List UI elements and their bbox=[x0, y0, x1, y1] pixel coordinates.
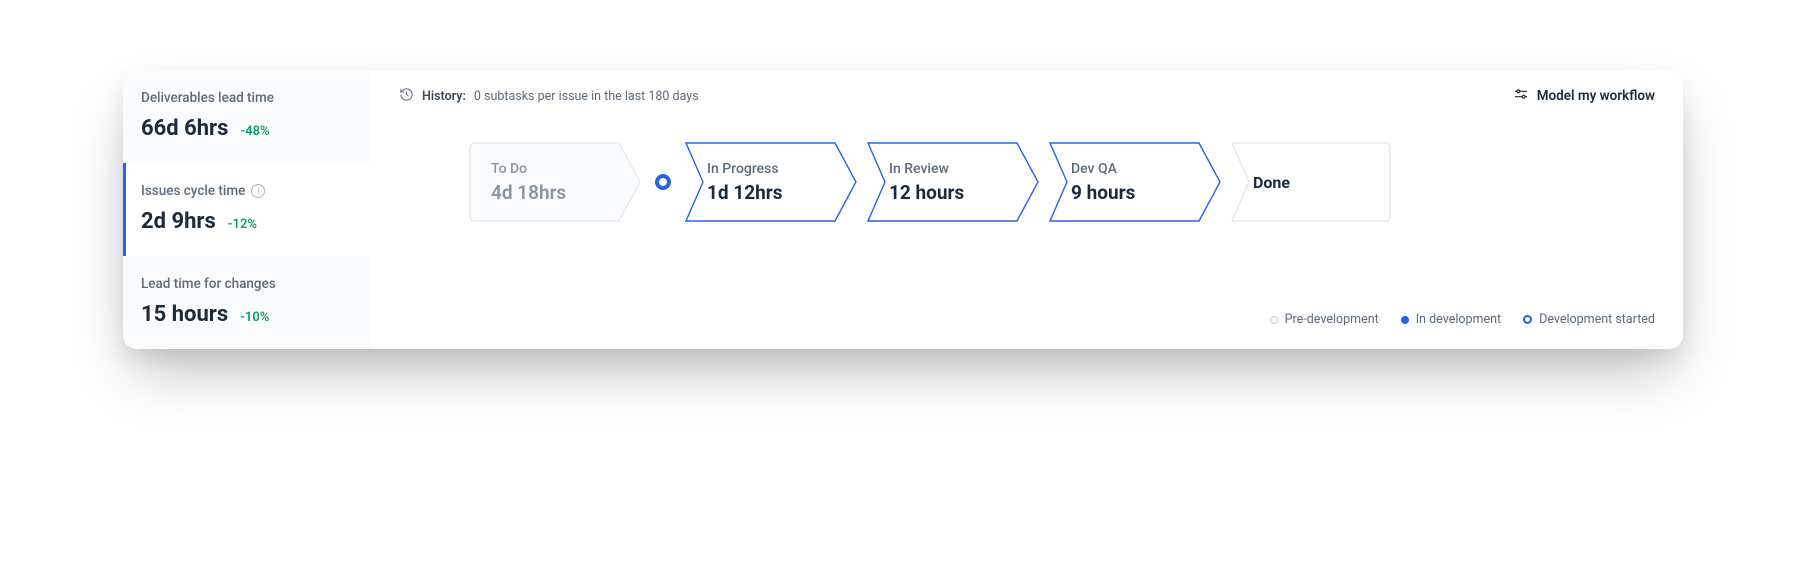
legend-label: In development bbox=[1416, 312, 1501, 327]
legend-pre-development: Pre-development bbox=[1270, 312, 1379, 327]
metric-value: 66d 6hrs bbox=[141, 116, 228, 141]
metric-lead-time-for-changes[interactable]: Lead time for changes 15 hours -10% bbox=[123, 256, 371, 349]
metric-title: Deliverables lead time bbox=[141, 90, 274, 106]
main-area: History: 0 subtasks per issue in the las… bbox=[371, 70, 1683, 349]
stage-value: 1d 12hrs bbox=[707, 181, 857, 204]
sliders-icon bbox=[1513, 86, 1529, 106]
stage-to-do[interactable]: To Do 4d 18hrs bbox=[469, 142, 641, 222]
metric-title: Issues cycle time bbox=[141, 183, 245, 199]
stage-title: In Progress bbox=[707, 161, 857, 177]
workflow-stages: To Do 4d 18hrs In Progress 1d 12hrs bbox=[469, 142, 1655, 222]
metric-title: Lead time for changes bbox=[141, 276, 276, 292]
stage-done[interactable]: Done bbox=[1231, 142, 1391, 222]
legend: Pre-development In development Developme… bbox=[399, 282, 1655, 327]
stage-dev-qa[interactable]: Dev QA 9 hours bbox=[1049, 142, 1221, 222]
metric-deliverables-lead-time[interactable]: Deliverables lead time 66d 6hrs -48% bbox=[123, 70, 371, 163]
dot-icon bbox=[1270, 316, 1278, 324]
metric-value: 15 hours bbox=[141, 302, 228, 327]
model-workflow-button[interactable]: Model my workflow bbox=[1513, 86, 1655, 106]
stage-title: In Review bbox=[889, 161, 1039, 177]
legend-label: Development started bbox=[1539, 312, 1655, 327]
topbar: History: 0 subtasks per issue in the las… bbox=[399, 86, 1655, 106]
stage-title: To Do bbox=[491, 161, 641, 177]
metric-delta: -48% bbox=[240, 124, 269, 139]
legend-development-started: Development started bbox=[1523, 312, 1655, 327]
stage-in-progress[interactable]: In Progress 1d 12hrs bbox=[685, 142, 857, 222]
workflow-panel: Deliverables lead time 66d 6hrs -48% Iss… bbox=[123, 70, 1683, 349]
stage-title: Done bbox=[1253, 173, 1290, 192]
metric-value: 2d 9hrs bbox=[141, 209, 216, 234]
info-icon[interactable]: i bbox=[251, 184, 265, 198]
history-text: 0 subtasks per issue in the last 180 day… bbox=[474, 89, 699, 104]
history-note: History: 0 subtasks per issue in the las… bbox=[399, 87, 699, 106]
metric-issues-cycle-time[interactable]: Issues cycle time i 2d 9hrs -12% bbox=[123, 163, 371, 256]
history-icon bbox=[399, 87, 414, 106]
ring-icon bbox=[1523, 315, 1532, 324]
metric-delta: -10% bbox=[240, 310, 269, 325]
stage-title: Dev QA bbox=[1071, 161, 1221, 177]
model-workflow-label: Model my workflow bbox=[1537, 88, 1655, 104]
stage-in-review[interactable]: In Review 12 hours bbox=[867, 142, 1039, 222]
stage-value: 4d 18hrs bbox=[491, 181, 641, 204]
legend-in-development: In development bbox=[1401, 312, 1501, 327]
legend-label: Pre-development bbox=[1285, 312, 1379, 327]
stage-value: 9 hours bbox=[1071, 181, 1221, 204]
metrics-sidebar: Deliverables lead time 66d 6hrs -48% Iss… bbox=[123, 70, 371, 349]
metric-delta: -12% bbox=[228, 217, 257, 232]
development-start-marker bbox=[655, 174, 671, 190]
stage-value: 12 hours bbox=[889, 181, 1039, 204]
dot-icon bbox=[1401, 316, 1409, 324]
history-label: History: bbox=[422, 89, 466, 104]
